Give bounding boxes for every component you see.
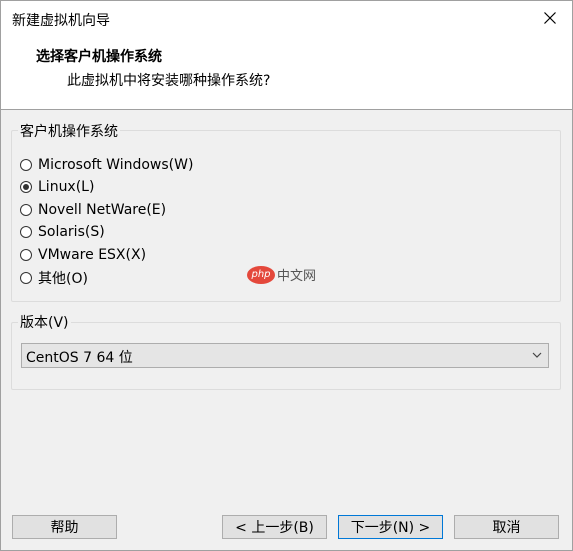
radio-button[interactable] <box>20 204 32 216</box>
radio-solaris[interactable]: Solaris(S) <box>20 222 105 242</box>
radio-label: Novell NetWare(E) <box>38 202 167 218</box>
close-button[interactable] <box>528 1 572 35</box>
window-title: 新建虚拟机向导 <box>12 13 110 29</box>
radio-label: Linux(L) <box>38 179 95 195</box>
radio-button[interactable] <box>20 159 32 171</box>
version-group-label: 版本(V) <box>18 312 71 332</box>
radio-vmware-esx[interactable]: VMware ESX(X) <box>20 245 146 265</box>
wizard-window: 新建虚拟机向导 选择客户机操作系统 此虚拟机中将安装哪种操作系统? 客户机操作系… <box>0 0 573 551</box>
radio-button[interactable] <box>20 249 32 261</box>
radio-label: 其他(O) <box>38 271 88 287</box>
radio-label: VMware ESX(X) <box>38 247 147 263</box>
radio-microsoft-windows[interactable]: Microsoft Windows(W) <box>20 155 193 175</box>
back-button[interactable]: < 上一步(B) <box>222 515 327 539</box>
page-subtitle: 此虚拟机中将安装哪种操作系统? <box>67 73 271 89</box>
radio-button[interactable] <box>20 272 32 284</box>
title-bar: 新建虚拟机向导 <box>1 1 572 37</box>
radio-novell-netware[interactable]: Novell NetWare(E) <box>20 200 166 220</box>
radio-other[interactable]: 其他(O) <box>20 268 88 288</box>
cancel-button[interactable]: 取消 <box>454 515 559 539</box>
page-title: 选择客户机操作系统 <box>36 49 162 65</box>
next-button[interactable]: 下一步(N) > <box>338 515 443 539</box>
close-icon <box>544 12 556 24</box>
radio-label: Solaris(S) <box>38 224 105 240</box>
version-selected-value: CentOS 7 64 位 <box>26 350 133 366</box>
watermark-text: 中文网 <box>277 269 317 284</box>
version-dropdown[interactable]: CentOS 7 64 位 <box>21 343 549 368</box>
radio-button-checked[interactable] <box>20 181 32 193</box>
radio-linux[interactable]: Linux(L) <box>20 177 94 197</box>
chevron-down-icon <box>532 352 542 358</box>
php-logo-icon: php <box>247 265 275 284</box>
wizard-header: 选择客户机操作系统 此虚拟机中将安装哪种操作系统? <box>1 37 572 110</box>
help-button[interactable]: 帮助 <box>12 515 117 539</box>
radio-button[interactable] <box>20 226 32 238</box>
radio-label: Microsoft Windows(W) <box>38 157 194 173</box>
watermark: php 中文网 <box>247 265 316 284</box>
guest-os-group-label: 客户机操作系统 <box>18 121 120 141</box>
